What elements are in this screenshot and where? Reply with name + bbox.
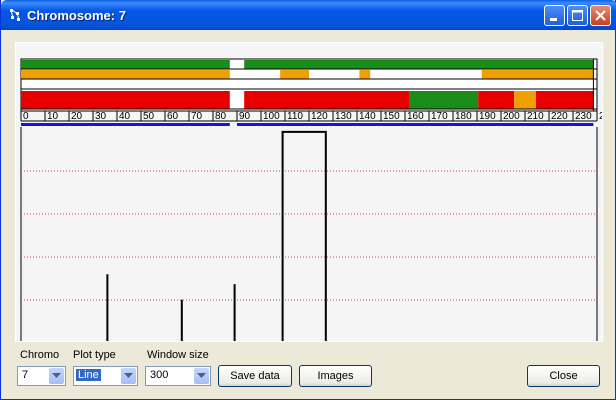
ruler-tick-label: 140 — [359, 111, 376, 122]
chart-panel: 0 10 20 30 40 50 60 70 80 90 100 110 120 130 140 150 160… — [15, 42, 603, 342]
window-size-select[interactable]: 300 — [145, 366, 211, 386]
track-segment — [244, 60, 594, 69]
track-segment — [21, 70, 230, 79]
track-segment — [478, 91, 515, 109]
ruler-tick-label: 130 — [335, 111, 352, 122]
ruler-tick-label: 210 — [527, 111, 544, 122]
plot-type-label: Plot type — [73, 349, 116, 361]
window-size-select-value: 300 — [150, 369, 169, 381]
ruler-tick-label: 180 — [455, 111, 472, 122]
track-segment — [481, 70, 594, 79]
ruler-tick-label: 160 — [407, 111, 424, 122]
track-segment — [359, 70, 371, 79]
ruler-tick-label: 80 — [215, 111, 227, 122]
ruler-tick-label: 24 — [599, 111, 602, 122]
ruler-tick-label: 100 — [263, 111, 280, 122]
app-icon — [10, 9, 20, 21]
chevron-down-icon[interactable] — [194, 368, 209, 384]
chevron-down-icon[interactable] — [49, 368, 64, 384]
ruler-tick-label: 40 — [119, 111, 131, 122]
ruler-tick-label: 120 — [311, 111, 328, 122]
save-data-button[interactable]: Save data — [218, 365, 292, 387]
track-segment — [21, 60, 230, 69]
track-segment — [514, 91, 536, 109]
title-bar[interactable]: Chromosome: 7 — [1, 0, 616, 30]
window-title: Chromosome: 7 — [27, 8, 126, 23]
ruler-tick-label: 70 — [191, 111, 203, 122]
plot-type-select[interactable]: Line — [73, 366, 138, 386]
ruler-tick-label: 200 — [503, 111, 520, 122]
ruler-tick-label: 220 — [551, 111, 568, 122]
ruler-tick-label: 0 — [23, 111, 29, 122]
blue-segment — [21, 123, 230, 126]
close-icon — [595, 10, 606, 21]
minimize-button[interactable] — [544, 5, 565, 26]
chromo-select-value: 7 — [22, 369, 29, 381]
ruler-tick-label: 10 — [47, 111, 59, 122]
chevron-down-icon[interactable] — [121, 368, 136, 384]
ruler-tick-label: 20 — [71, 111, 83, 122]
blue-segment — [237, 123, 594, 126]
maximize-button[interactable] — [567, 5, 588, 26]
minimize-icon — [550, 18, 557, 21]
ruler-tick-label: 170 — [431, 111, 448, 122]
track-segment — [21, 91, 230, 109]
window-size-label: Window size — [147, 349, 209, 361]
track-segment — [535, 91, 594, 109]
ruler-tick-label: 110 — [287, 111, 303, 122]
chromosome-window: Chromosome: 7 0 10 20 30 40 50 60 70 80 90 100 110 1… — [0, 0, 616, 400]
close-window-button[interactable] — [590, 5, 611, 26]
ruler-tick-label: 60 — [167, 111, 179, 122]
track-segment — [244, 91, 410, 109]
chromosome-chart: 0 10 20 30 40 50 60 70 80 90 100 110 120 130 140 150 160… — [16, 43, 602, 341]
close-button[interactable]: Close — [527, 365, 600, 387]
ruler-tick-label: 150 — [383, 111, 400, 122]
ruler-tick-label: 30 — [95, 111, 107, 122]
plot-type-select-value: Line — [76, 369, 101, 381]
chromo-label: Chromo — [20, 349, 60, 361]
ruler-tick-label: 230 — [575, 111, 592, 122]
track-segment — [280, 70, 309, 79]
ruler-tick-label: 190 — [479, 111, 496, 122]
chromo-select[interactable]: 7 — [17, 366, 66, 386]
images-button[interactable]: Images — [299, 365, 372, 387]
ruler-tick-label: 50 — [143, 111, 155, 122]
ruler-tick-label: 90 — [239, 111, 251, 122]
maximize-icon — [572, 10, 583, 21]
track-segment — [409, 91, 479, 109]
